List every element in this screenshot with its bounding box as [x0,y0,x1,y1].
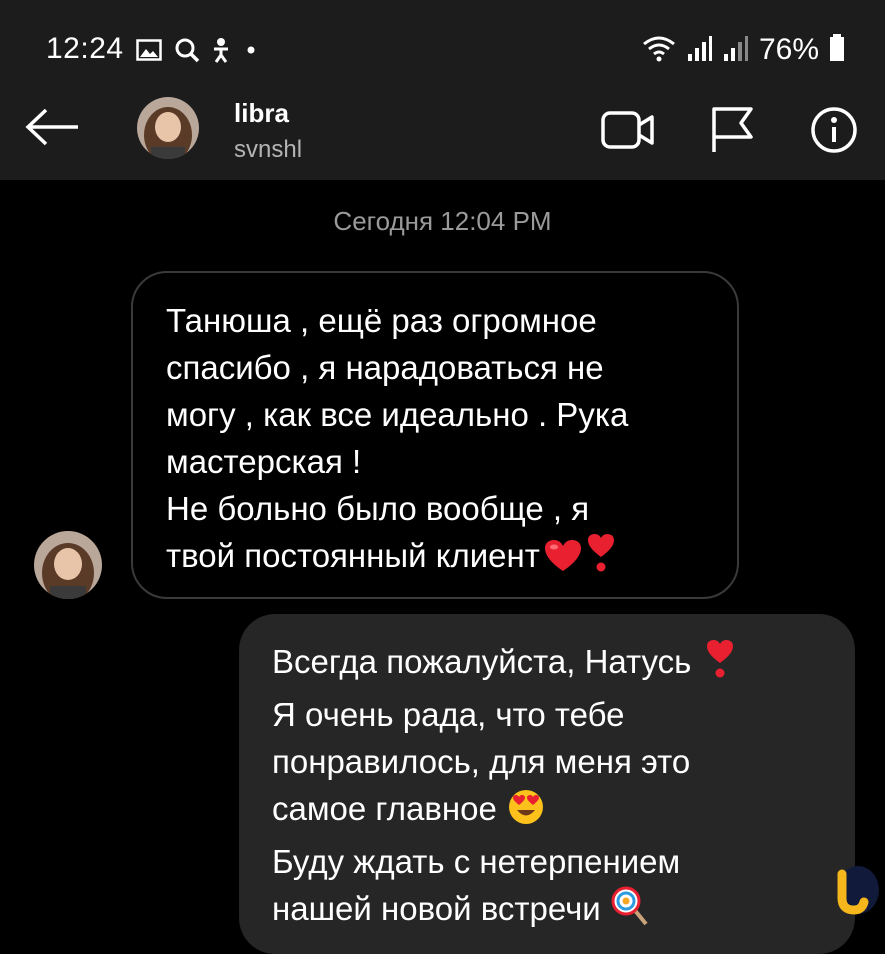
heart-eyes-icon [507,788,545,838]
heart-exclamation-icon [586,533,616,585]
search-icon [174,37,200,68]
incoming-message-bubble[interactable]: Танюша , ещё раз огромное спасибо , я на… [131,271,739,599]
flag-icon [712,107,753,152]
sender-avatar[interactable] [34,531,102,599]
wifi-icon [641,33,677,68]
message-line: Буду ждать с нетерпением [272,843,681,880]
contact-username[interactable]: svnshl [234,136,302,164]
message-text: твой постоянный клиент [166,537,540,574]
contact-name[interactable]: libra [234,98,289,129]
message-line: Не больно было вообще , я [166,490,590,527]
image-icon [136,38,162,66]
outgoing-message-bubble[interactable]: Всегда пожалуйста, Натусь Я очень рада, … [239,614,855,954]
accessibility-icon [212,37,230,68]
message-text: самое главное [272,790,497,827]
message-line-with-emoji: нашей новой встречи [272,885,825,938]
chat-header: libra svnshl [0,90,885,180]
signal-icon [687,34,713,67]
message-text: Всегда пожалуйста, Натусь [272,643,692,680]
message-line: Танюша , ещё раз огромное [166,302,597,339]
status-notification-icons [136,36,260,68]
message-text: нашей новой встречи [272,890,601,927]
status-bar: 12:24 76% [0,0,885,90]
message-timestamp: Сегодня 12:04 PM [333,206,552,236]
info-icon [811,107,857,153]
lollipop-icon [611,886,649,938]
dot-icon [242,41,260,64]
info-button[interactable] [806,102,862,158]
contact-avatar[interactable] [137,97,199,159]
red-heart-icon [544,538,582,585]
back-arrow-icon [25,108,78,146]
message-line: мастерская ! [166,443,362,480]
status-time: 12:24 [46,32,124,65]
flag-button[interactable] [704,102,760,158]
message-line-with-emoji: твой постоянный клиент [166,532,707,585]
back-button[interactable] [22,102,82,152]
video-call-button[interactable] [600,102,656,158]
message-line-with-emoji: самое главное [272,785,825,838]
watermark-logo-icon [828,862,880,916]
message-line: спасибо , я нарадоваться не [166,349,604,386]
message-line: Я очень рада, что тебе [272,696,625,733]
status-system-icons: 76% [641,32,845,68]
message-line: понравилось, для меня это [272,743,691,780]
message-line-with-emoji: Всегда пожалуйста, Натусь [272,638,825,691]
video-call-icon [601,111,654,149]
signal-icon [723,34,749,67]
heart-exclamation-icon [705,639,735,691]
battery-percent: 76% [758,33,819,66]
battery-icon [829,33,845,67]
message-line: могу , как все идеально . Рука [166,396,629,433]
